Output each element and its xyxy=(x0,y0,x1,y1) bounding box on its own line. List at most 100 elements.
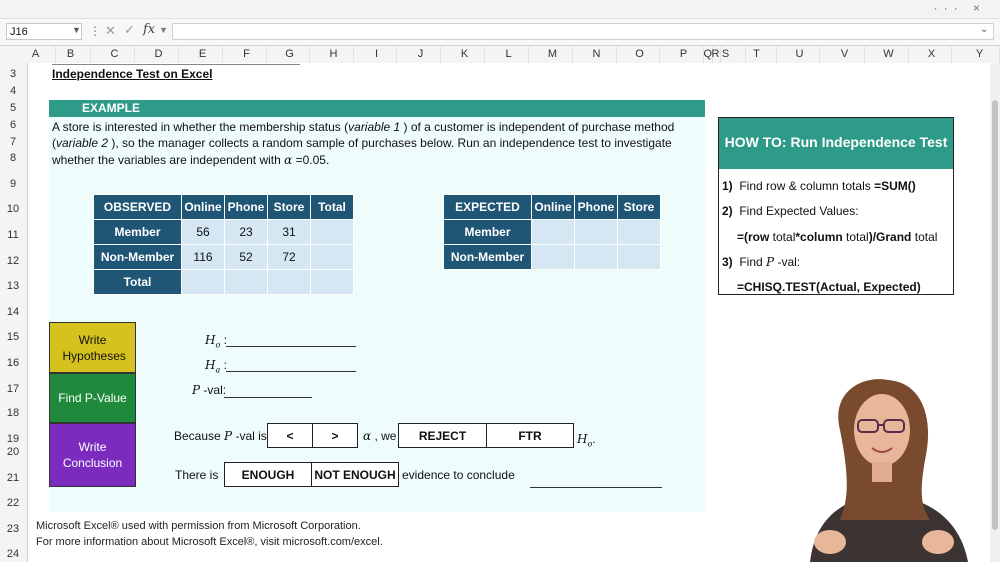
column-header-Y[interactable]: Y xyxy=(960,46,1000,63)
table-cell[interactable] xyxy=(310,244,354,270)
table-header: Online xyxy=(181,194,225,220)
row-label: Non-Member xyxy=(93,244,182,270)
row-header-4[interactable]: 4 xyxy=(0,85,26,97)
h0-input-line[interactable] xyxy=(226,346,356,347)
page-title: Independence Test on Excel xyxy=(52,67,213,81)
table-cell[interactable]: 52 xyxy=(224,244,268,270)
example-body xyxy=(49,117,705,512)
footer-line-2: For more information about Microsoft Exc… xyxy=(36,536,383,548)
row-header-6[interactable]: 6 xyxy=(0,119,26,131)
column-header-T[interactable]: T xyxy=(737,46,777,63)
table-cell[interactable]: 23 xyxy=(224,219,268,245)
pval-input-line[interactable] xyxy=(224,397,312,398)
row-header-15[interactable]: 15 xyxy=(0,331,26,343)
greater-than-option[interactable]: > xyxy=(312,423,358,448)
formula-input[interactable] xyxy=(172,23,994,40)
column-header-D[interactable]: D xyxy=(139,46,179,63)
table-cell[interactable] xyxy=(574,244,618,270)
column-header-O[interactable]: O xyxy=(620,46,660,63)
table-cell[interactable] xyxy=(617,219,661,245)
table-cell[interactable] xyxy=(531,244,575,270)
row-header-9[interactable]: 9 xyxy=(0,178,26,190)
table-cell[interactable] xyxy=(617,244,661,270)
less-than-option[interactable]: < xyxy=(267,423,313,448)
table-cell[interactable]: 72 xyxy=(267,244,311,270)
row-header-22[interactable]: 22 xyxy=(0,497,26,509)
table-row: Non-Member 116 52 72 xyxy=(93,244,354,270)
table-cell[interactable]: 31 xyxy=(267,219,311,245)
row-header-19[interactable]: 19 xyxy=(0,433,26,445)
column-header-H[interactable]: H xyxy=(314,46,354,63)
column-header-C[interactable]: C xyxy=(95,46,135,63)
table-header: OBSERVED xyxy=(93,194,182,220)
find-pvalue-label: Find P-Value xyxy=(58,391,127,405)
column-header-N[interactable]: N xyxy=(577,46,617,63)
not-enough-option[interactable]: NOT ENOUGH xyxy=(311,462,399,487)
row-header-18[interactable]: 18 xyxy=(0,407,26,419)
table-cell[interactable]: 116 xyxy=(181,244,225,270)
expected-table: EXPECTED Online Phone Store Member Non-M… xyxy=(443,194,661,270)
more-options-icon[interactable]: ⋮ xyxy=(89,24,101,38)
there-is-text: There is xyxy=(175,468,219,482)
howto-step-2: 2) Find Expected Values: xyxy=(722,204,859,218)
conclusion-input-line[interactable] xyxy=(530,487,662,488)
row-header-11[interactable]: 11 xyxy=(0,229,26,241)
column-header-J[interactable]: J xyxy=(401,46,441,63)
table-cell[interactable] xyxy=(224,269,268,295)
column-header-V[interactable]: V xyxy=(825,46,865,63)
row-header-20[interactable]: 20 xyxy=(0,446,26,458)
row-header-12[interactable]: 12 xyxy=(0,255,26,267)
row-header-24[interactable]: 24 xyxy=(0,548,26,560)
table-cell[interactable] xyxy=(574,219,618,245)
h0-end-label: Ho. xyxy=(577,432,596,449)
enter-icon[interactable]: ✓ xyxy=(124,22,135,38)
write-hypotheses-label: Write Hypotheses xyxy=(62,332,126,363)
row-header-3[interactable]: 3 xyxy=(0,68,26,80)
ha-input-line[interactable] xyxy=(226,371,356,372)
table-cell[interactable] xyxy=(531,219,575,245)
howto-step-1: 1) Find row & column totals =SUM() xyxy=(722,179,916,193)
row-header-10[interactable]: 10 xyxy=(0,203,26,215)
table-cell[interactable] xyxy=(181,269,225,295)
chevron-down-icon[interactable]: ▼ xyxy=(159,25,168,35)
column-header-F[interactable]: F xyxy=(227,46,267,63)
column-header-G[interactable]: G xyxy=(270,46,310,63)
because-text: Because P -val is xyxy=(174,429,267,443)
expand-formula-icon[interactable]: ⌄ xyxy=(980,24,988,35)
row-header-5[interactable]: 5 xyxy=(0,102,26,114)
enough-option[interactable]: ENOUGH xyxy=(224,462,312,487)
reject-option[interactable]: REJECT xyxy=(398,423,487,448)
row-header-16[interactable]: 16 xyxy=(0,357,26,369)
table-cell[interactable] xyxy=(310,219,354,245)
column-header-E[interactable]: E xyxy=(183,46,223,63)
insert-function-icon[interactable]: fx xyxy=(143,22,155,37)
ftr-option[interactable]: FTR xyxy=(486,423,574,448)
row-headers: 3 4 5 6 7 8 9 10 11 12 13 14 15 16 17 18 19 20 21 22 23 24 xyxy=(0,63,28,562)
example-banner xyxy=(49,100,705,117)
row-header-14[interactable]: 14 xyxy=(0,306,26,318)
row-header-8[interactable]: 8 xyxy=(0,152,26,164)
row-header-7[interactable]: 7 xyxy=(0,136,26,148)
chevron-down-icon[interactable]: ▼ xyxy=(72,25,81,35)
row-header-17[interactable]: 17 xyxy=(0,383,26,395)
row-header-13[interactable]: 13 xyxy=(0,280,26,292)
column-header-B[interactable]: B xyxy=(51,46,91,63)
column-header-M[interactable]: M xyxy=(533,46,573,63)
table-cell[interactable] xyxy=(310,269,354,295)
column-header-A[interactable]: A xyxy=(16,46,56,63)
column-header-U[interactable]: U xyxy=(780,46,820,63)
column-header-X[interactable]: X xyxy=(912,46,952,63)
table-cell[interactable] xyxy=(267,269,311,295)
row-header-21[interactable]: 21 xyxy=(0,472,26,484)
window-controls[interactable]: ··· × xyxy=(934,1,986,15)
column-header-I[interactable]: I xyxy=(357,46,397,63)
column-header-W[interactable]: W xyxy=(869,46,909,63)
column-header-K[interactable]: K xyxy=(445,46,485,63)
column-header-P[interactable]: P xyxy=(664,46,704,63)
name-box[interactable]: J16 xyxy=(6,23,82,40)
table-cell[interactable]: 56 xyxy=(181,219,225,245)
cancel-icon[interactable]: ✕ xyxy=(105,23,116,39)
column-header-L[interactable]: L xyxy=(489,46,529,63)
row-header-23[interactable]: 23 xyxy=(0,523,26,535)
table-row: Total xyxy=(93,269,354,295)
